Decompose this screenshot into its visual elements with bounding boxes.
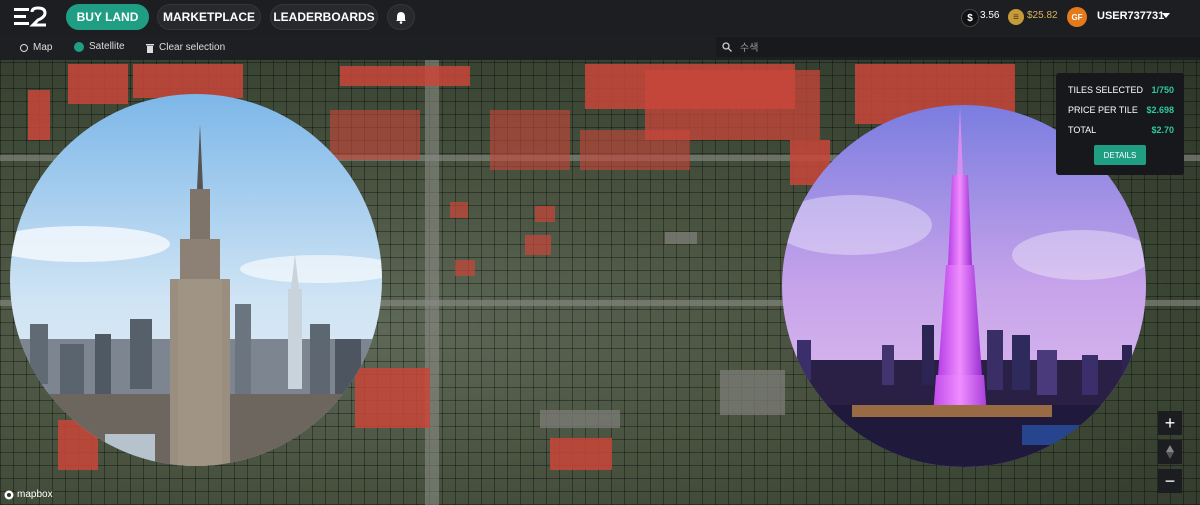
tiles-selected-value: 1/750 (1151, 85, 1174, 95)
trash-icon (146, 43, 154, 53)
essence-coin-icon: ≡ (1008, 9, 1024, 25)
zoom-in-button[interactable]: + (1158, 411, 1182, 435)
essence-balance: $25.82 (1027, 10, 1058, 21)
avatar[interactable]: GF (1067, 7, 1087, 27)
search-icon (722, 42, 732, 52)
building (665, 232, 697, 244)
clear-selection-button[interactable]: Clear selection (146, 42, 225, 53)
dollar-balance: 3.56 (980, 10, 1000, 21)
top-bar: BUY LAND MARKETPLACE LEADERBOARDS $ 3.56… (0, 0, 1200, 35)
building (720, 370, 785, 415)
zoom-out-button[interactable]: − (1158, 469, 1182, 493)
owned-tiles[interactable] (490, 110, 570, 170)
radio-icon (20, 43, 28, 52)
owned-tiles[interactable] (355, 368, 430, 428)
compass-icon (1166, 445, 1174, 459)
owned-tiles[interactable] (550, 438, 612, 470)
map-style-satellite-option[interactable]: Satellite (74, 41, 125, 52)
price-per-tile-label: PRICE PER TILE (1068, 105, 1138, 115)
username[interactable]: USER737731 (1097, 10, 1164, 22)
marketplace-button[interactable]: MARKETPLACE (157, 4, 261, 30)
owned-tiles[interactable] (535, 206, 555, 222)
bell-icon (396, 11, 406, 24)
owned-tiles[interactable] (455, 260, 475, 276)
clear-selection-label: Clear selection (159, 42, 226, 53)
owned-tiles[interactable] (450, 202, 468, 218)
map-option-label: Map (33, 42, 53, 53)
compass-button[interactable] (1158, 440, 1182, 464)
search-bar (716, 37, 1200, 57)
mapbox-attribution[interactable]: mapbox (4, 489, 53, 500)
empire-state-building-image (10, 94, 382, 466)
chevron-down-icon[interactable] (1162, 13, 1170, 18)
notifications-button[interactable] (387, 4, 415, 30)
owned-tiles[interactable] (525, 235, 551, 255)
buy-land-button[interactable]: BUY LAND (66, 4, 149, 30)
satellite-map[interactable]: mapbox (0, 60, 1200, 505)
owned-tiles[interactable] (28, 90, 50, 140)
map-style-map-option[interactable]: Map (20, 42, 52, 53)
mapbox-label: mapbox (17, 489, 53, 500)
search-input[interactable] (738, 39, 1182, 57)
leaderboards-button[interactable]: LEADERBOARDS (270, 4, 378, 30)
map-road (425, 60, 439, 505)
price-per-tile-value: $2.698 (1146, 105, 1174, 115)
tiles-selected-row: TILES SELECTED 1/750 (1068, 85, 1174, 95)
owned-tiles[interactable] (330, 110, 420, 160)
details-button[interactable]: DETAILS (1094, 145, 1146, 165)
total-value: $2.70 (1151, 125, 1174, 135)
tiles-selected-label: TILES SELECTED (1068, 85, 1144, 95)
satellite-option-label: Satellite (89, 41, 125, 52)
total-row: TOTAL $2.70 (1068, 125, 1174, 135)
building (540, 410, 620, 428)
owned-tiles[interactable] (68, 64, 128, 104)
mapbox-logo-icon (4, 490, 14, 499)
owned-tiles[interactable] (580, 130, 690, 170)
dollar-icon: $ (961, 9, 979, 27)
total-label: TOTAL (1068, 125, 1097, 135)
owned-tiles[interactable] (340, 66, 470, 86)
e2-logo[interactable] (14, 6, 50, 28)
owned-tiles[interactable] (133, 64, 243, 98)
radio-selected-icon (74, 41, 84, 52)
price-per-tile-row: PRICE PER TILE $2.698 (1068, 105, 1174, 115)
selection-summary-panel: TILES SELECTED 1/750 PRICE PER TILE $2.6… (1056, 73, 1184, 175)
